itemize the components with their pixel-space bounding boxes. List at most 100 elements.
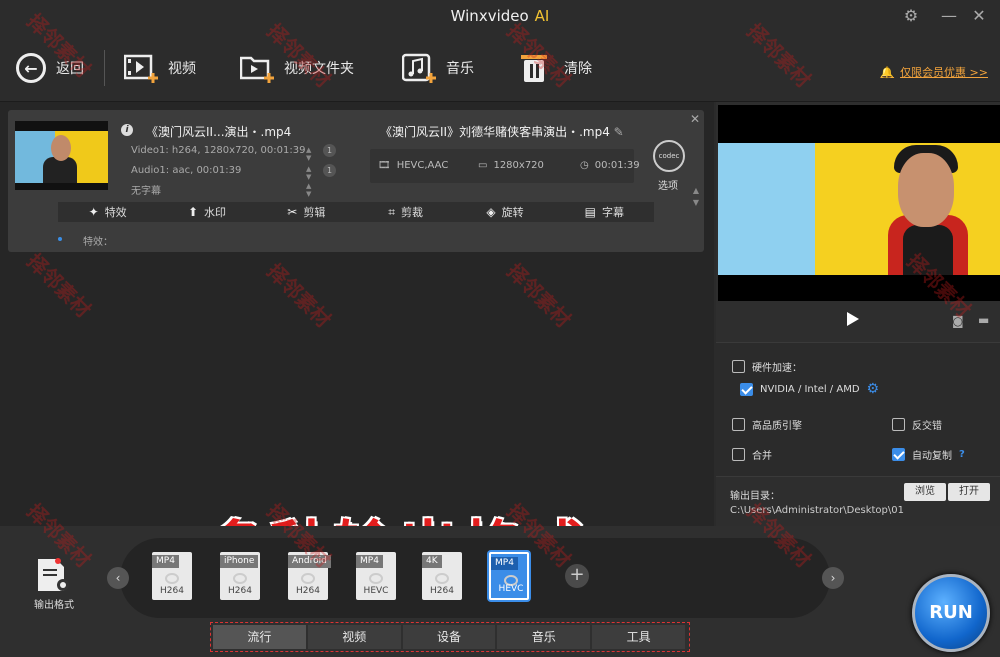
gpu-checkbox[interactable]: NVIDIA / Intel / AMD ⚙ <box>740 381 879 397</box>
audio-count-badge: 1 <box>323 164 336 177</box>
magic-wand-icon: ✦ <box>88 205 99 219</box>
close-icon[interactable]: ✕ <box>968 5 990 27</box>
hw-accel-box <box>732 360 745 373</box>
crop-icon: ⌗ <box>388 204 396 219</box>
format-category-tabs: 流行 视频 设备 音乐 工具 <box>210 622 690 652</box>
rotate-icon: ◈ <box>486 205 496 219</box>
video-count-badge: 1 <box>323 144 336 157</box>
format-android-h264[interactable]: Android H264 <box>288 552 331 600</box>
high-quality-box <box>732 418 745 431</box>
scroll-up-icon[interactable]: ▲ <box>693 186 699 195</box>
video-track-meta[interactable]: Video1: h264, 1280x720, 00:01:39 <box>131 145 305 156</box>
back-button[interactable]: ← 返回 <box>16 50 84 86</box>
scissors-icon: ✂ <box>287 205 298 219</box>
crop-button[interactable]: ⌗ 剪裁 <box>356 202 455 222</box>
source-file-name: 《澳门风云II...演出・.mp4 <box>146 125 292 139</box>
output-directory: 输出目录： C:\Users\Administrator\Desktop\01 … <box>716 476 1000 526</box>
output-duration: ◷ 00:01:39 <box>580 160 640 171</box>
output-format-icon[interactable] <box>36 557 70 593</box>
options-label[interactable]: 选项 <box>658 177 678 192</box>
format-iphone-h264[interactable]: iPhone H264 <box>220 552 260 600</box>
member-promo-link[interactable]: 🔔 仅限会员优惠 >> <box>880 64 988 80</box>
app-title: Winxvideo AI <box>450 7 550 25</box>
merge-box <box>732 448 745 461</box>
scroll-down-icon[interactable]: ▼ <box>693 198 699 207</box>
output-dir-path: C:\Users\Administrator\Desktop\01 <box>730 505 904 516</box>
hw-accel-checkbox[interactable]: 硬件加速： <box>732 359 802 374</box>
format-next-arrow-icon[interactable]: › <box>822 567 844 589</box>
add-video-icon <box>124 54 158 83</box>
high-quality-checkbox[interactable]: 高品质引擎 <box>732 417 802 432</box>
auto-copy-box <box>892 448 905 461</box>
auto-copy-checkbox[interactable]: 自动复制? <box>892 447 965 462</box>
snapshot-folder-icon[interactable]: ▬ <box>978 313 989 327</box>
codec-options-icon[interactable]: codec <box>653 140 685 172</box>
tab-popular[interactable]: 流行 <box>213 625 306 649</box>
tab-music[interactable]: 音乐 <box>497 625 591 649</box>
format-panel: 输出格式 ‹ › MP4 H264 iPhone H264 Android H264 … <box>0 526 1000 657</box>
film-reel-icon <box>435 573 449 584</box>
deinterlace-box <box>892 418 905 431</box>
resolution-icon: ▭ <box>478 160 488 171</box>
file-card[interactable]: i 《澳门风云II...演出・.mp4 Video1: h264, 1280x7… <box>8 110 704 252</box>
file-list-area: i 《澳门风云II...演出・.mp4 Video1: h264, 1280x7… <box>0 102 714 585</box>
tab-device[interactable]: 设备 <box>402 625 496 649</box>
output-format-label: 输出格式 <box>34 600 74 611</box>
audio-track-meta[interactable]: Audio1: aac, 00:01:39 <box>131 165 241 176</box>
help-icon[interactable]: ? <box>959 449 965 460</box>
tab-video[interactable]: 视频 <box>307 625 401 649</box>
back-arrow-icon: ← <box>16 53 46 83</box>
subtitle-select[interactable]: 无字幕 <box>131 182 161 197</box>
stamp-icon: ⬆ <box>187 205 199 219</box>
deinterlace-checkbox[interactable]: 反交错 <box>892 417 942 432</box>
output-dir-label: 输出目录： <box>730 491 780 502</box>
right-panel: ◙ ▬ 硬件加速： NVIDIA / Intel / AMD ⚙ 高品质引擎 反交… <box>716 102 1000 526</box>
trash-icon <box>521 55 547 82</box>
output-info-box: 🎞 HEVC,AAC ▭ 1280x720 ◷ 00:01:39 <box>370 149 640 183</box>
title-bar: Winxvideo AI ⚙ — ✕ <box>0 0 1000 32</box>
remove-file-icon[interactable]: ✕ <box>690 112 700 126</box>
bell-icon: 🔔 <box>880 65 895 79</box>
clock-icon: ◷ <box>580 160 589 171</box>
edit-pencil-icon[interactable]: ✎ <box>614 125 624 139</box>
tab-tools[interactable]: 工具 <box>592 625 685 649</box>
main-toolbar: ← 返回 视频 视频文件夹 音乐 清除 🔔 仅限会员优惠 >> <box>0 32 1000 102</box>
audio-track-arrows-icon[interactable]: ▲ ▼ <box>306 165 311 181</box>
effects-button[interactable]: ✦ 特效 <box>58 202 157 222</box>
edit-toolbar: ✦ 特效 ⬆ 水印 ✂ 剪辑 ⌗ 剪裁 ◈ 旋转 ▤ 字幕 <box>58 202 654 222</box>
film-reel-icon <box>301 573 315 584</box>
film-reel-icon <box>233 573 247 584</box>
subtitle-arrows-icon[interactable]: ▲ ▼ <box>306 182 311 198</box>
video-track-arrows-icon[interactable]: ▲ ▼ <box>306 146 311 162</box>
subtitle-icon: ▤ <box>584 205 596 219</box>
format-mp4-hevc-selected[interactable]: MP4 HEVC <box>489 552 529 600</box>
video-preview <box>718 105 1000 301</box>
format-mp4-h264[interactable]: MP4 H264 <box>152 552 192 600</box>
gpu-settings-gear-icon[interactable]: ⚙ <box>867 381 880 397</box>
add-video-folder-button[interactable]: 视频文件夹 <box>240 50 354 86</box>
info-icon[interactable]: i <box>121 124 133 136</box>
add-format-button[interactable]: + <box>565 564 589 588</box>
browse-button[interactable]: 浏览 <box>904 483 946 501</box>
format-4k-h264[interactable]: 4K H264 <box>422 552 462 600</box>
merge-checkbox[interactable]: 合并 <box>732 447 772 462</box>
rotate-button[interactable]: ◈ 旋转 <box>455 202 554 222</box>
watermark-button[interactable]: ⬆ 水印 <box>157 202 256 222</box>
format-mp4-hevc[interactable]: MP4 HEVC <box>356 552 396 600</box>
settings-gear-icon[interactable]: ⚙ <box>900 5 922 27</box>
add-folder-icon <box>240 56 274 83</box>
minimize-icon[interactable]: — <box>938 5 960 27</box>
open-button[interactable]: 打开 <box>948 483 990 501</box>
snapshot-camera-icon[interactable]: ◙ <box>952 314 964 328</box>
format-prev-arrow-icon[interactable]: ‹ <box>107 567 129 589</box>
clear-button[interactable]: 清除 <box>520 50 592 86</box>
output-file-name[interactable]: 《澳门风云II》刘德华赌侠客串演出・.mp4 ✎ <box>380 123 624 140</box>
trim-button[interactable]: ✂ 剪辑 <box>257 202 356 222</box>
output-resolution: ▭ 1280x720 <box>478 160 544 171</box>
add-video-button[interactable]: 视频 <box>124 50 196 86</box>
add-music-button[interactable]: 音乐 <box>402 50 474 86</box>
play-icon[interactable] <box>847 312 859 326</box>
run-button[interactable]: RUN <box>912 574 990 652</box>
conversion-options: 硬件加速： NVIDIA / Intel / AMD ⚙ 高品质引擎 反交错 合并… <box>716 342 1000 476</box>
subtitle-button[interactable]: ▤ 字幕 <box>555 202 654 222</box>
